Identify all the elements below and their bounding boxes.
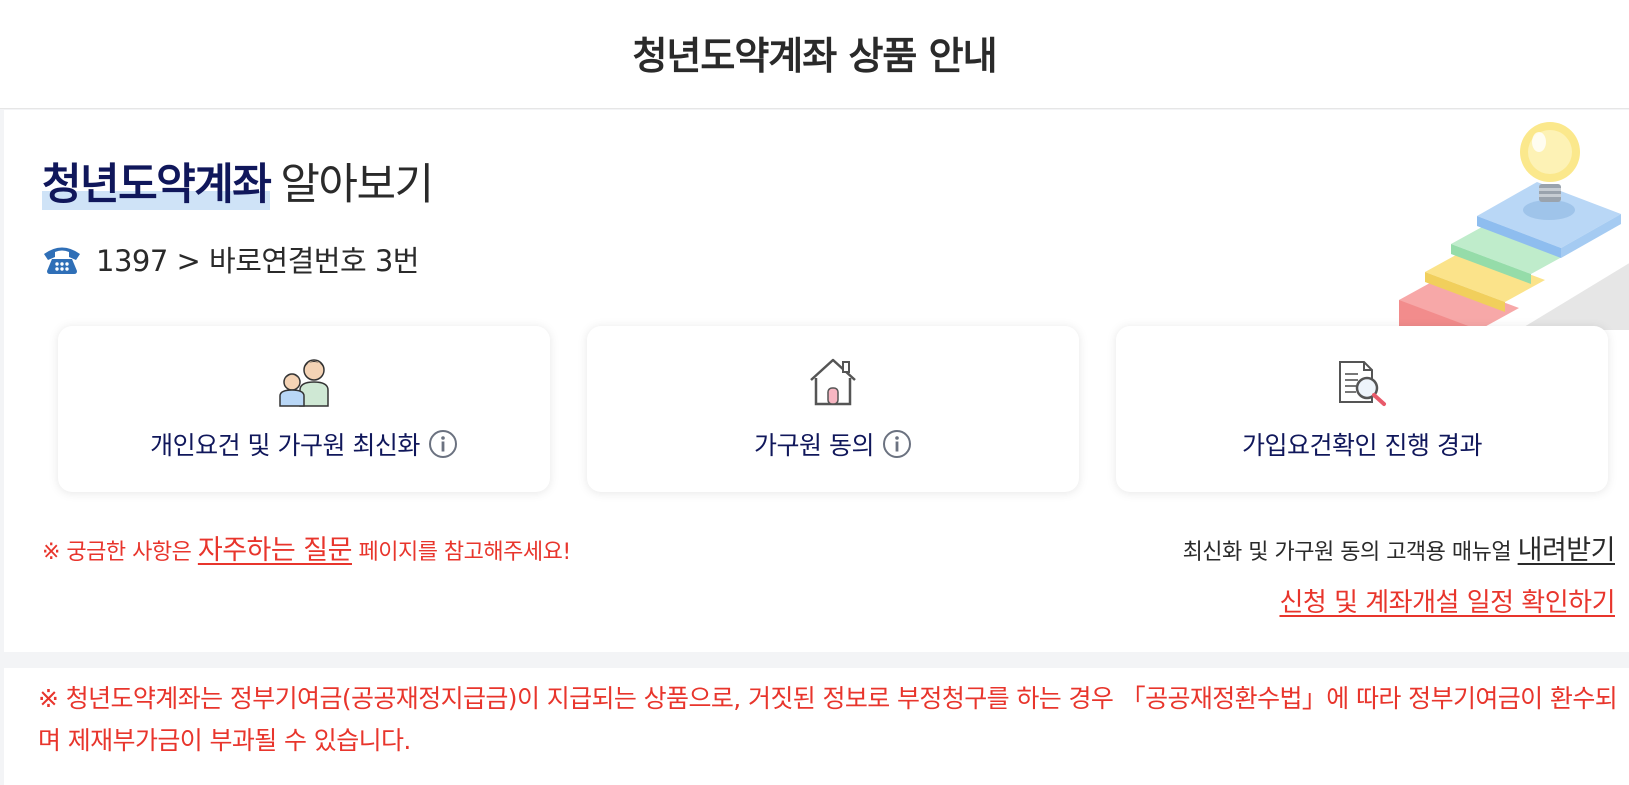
house-icon [805, 356, 861, 408]
card-eligibility-progress-label: 가입요건확인 진행 경과 [1242, 431, 1482, 460]
card-household-consent[interactable]: 가구원 동의 [587, 326, 1079, 492]
phone-text: 1397 > 바로연결번호 3번 [96, 244, 419, 278]
action-cards: 개인요건 및 가구원 최신화 가구원 동의 가입요건확인 진행 경과 [58, 326, 1608, 494]
family-icon [276, 356, 332, 408]
card-eligibility-progress[interactable]: 가입요건확인 진행 경과 [1116, 326, 1608, 492]
schedule-link[interactable]: 신청 및 계좌개설 일정 확인하기 [1279, 582, 1615, 619]
card-personal-update-label: 개인요건 및 가구원 최신화 [150, 431, 420, 460]
main-section: 청년도약계좌 알아보기 1397 > 바로연결번호 3번 개인요건 및 가구원 … [4, 110, 1629, 652]
faq-notice-prefix: ※ 궁금한 사항은 [42, 540, 198, 565]
intro-title-rest: 알아보기 [280, 160, 434, 210]
faq-link[interactable]: 자주하는 질문 [198, 535, 353, 566]
phone-info: 1397 > 바로연결번호 3번 [42, 238, 419, 280]
intro-title-strong: 청년도약계좌 [42, 160, 272, 210]
faq-notice-suffix: 페이지를 참고해주세요! [351, 540, 571, 565]
stairs-lightbulb-illustration [1399, 112, 1629, 330]
document-search-icon [1334, 356, 1390, 408]
warning-text: ※ 청년도약계좌는 정부기여금(공공재정지급금)이 지급되는 상품으로, 거짓된… [38, 684, 1618, 755]
telephone-icon [42, 243, 82, 275]
page-title: 청년도약계좌 상품 안내 [632, 33, 997, 78]
faq-notice: ※ 궁금한 사항은 자주하는 질문 페이지를 참고해주세요! [42, 528, 571, 567]
card-personal-update[interactable]: 개인요건 및 가구원 최신화 [58, 326, 550, 492]
page: 청년도약계좌 상품 안내 청년도약계좌 알아보기 1397 > 바로연결번호 3번 [0, 0, 1629, 785]
manual-download: 최신화 및 가구원 동의 고객용 매뉴얼 내려받기 [1182, 528, 1616, 567]
info-icon[interactable] [882, 429, 912, 459]
card-household-consent-label: 가구원 동의 [754, 431, 874, 460]
warning-section: ※ 청년도약계좌는 정부기여금(공공재정지급금)이 지급되는 상품으로, 거짓된… [4, 668, 1629, 785]
info-icon[interactable] [428, 429, 458, 459]
manual-text: 최신화 및 가구원 동의 고객용 매뉴얼 [1182, 540, 1518, 565]
intro-title: 청년도약계좌 알아보기 [42, 150, 434, 212]
download-link[interactable]: 내려받기 [1518, 535, 1616, 566]
page-header: 청년도약계좌 상품 안내 [0, 0, 1629, 109]
